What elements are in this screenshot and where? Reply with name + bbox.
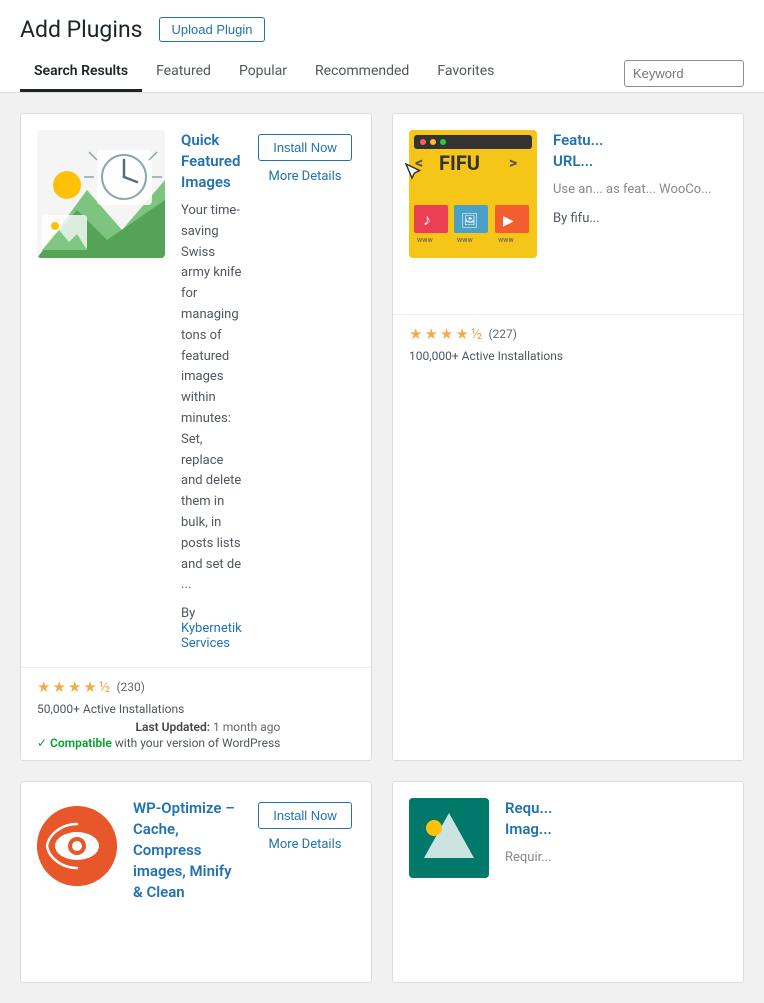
fifu-footer-left: ★ ★ ★ ★ ½ (227) 100,000+ Active Installa… (409, 325, 563, 363)
fifu-description: Use an... as feat... WooCo... (553, 180, 727, 201)
plugin-card-footer: ★ ★ ★ ★ ½ (230) 50,000+ Active Installat… (21, 667, 371, 760)
tab-popular[interactable]: Popular (225, 55, 301, 92)
tab-search-results[interactable]: Search Results (20, 55, 142, 92)
wp-opt-name: WP-Optimize – Cache, Compress images, Mi… (133, 798, 243, 903)
fifu-installations: 100,000+ Active Installations (409, 349, 563, 363)
active-installations: 50,000+ Active Installations (37, 702, 184, 716)
fifu-rating-count: (227) (488, 327, 517, 341)
fifu-card-footer: ★ ★ ★ ★ ½ (227) 100,000+ Active Installa… (393, 314, 743, 373)
requ-imag-name: Requ...Imag... (505, 798, 727, 840)
requ-imag-desc: Requir... (505, 848, 727, 869)
last-updated: Last Updated: 1 month ago (136, 720, 281, 734)
requ-imag-icon (409, 798, 489, 878)
plugin-nav-tabs: Search Results Featured Popular Recommen… (20, 55, 508, 92)
title-row: Add Plugins Upload Plugin (20, 16, 744, 43)
plugin-info-actions: Quick Featured Images Your time-saving S… (181, 130, 355, 651)
svg-text:www: www (457, 236, 474, 244)
svg-text:🖼: 🖼 (461, 213, 479, 229)
more-details-link[interactable]: More Details (269, 169, 342, 184)
wp-opt-more-details-link[interactable]: More Details (269, 837, 342, 852)
content-area: Quick Featured Images Your time-saving S… (0, 93, 764, 1003)
fifu-icon: < FIFU > ♪ 🖼 ▶ www www (409, 130, 537, 258)
plugin-author: By Kybernetik Services (181, 606, 243, 651)
fifu-plugin-info: Featu...URL... Use an... as feat... WooC… (553, 130, 727, 298)
plugin-icon (37, 130, 165, 258)
plugin-info: Quick Featured Images Your time-saving S… (181, 130, 243, 651)
wp-opt-actions: Install Now More Details (255, 798, 355, 966)
svg-text:FIFU: FIFU (439, 151, 480, 175)
svg-text:♪: ♪ (423, 210, 431, 229)
wp-opt-info: WP-Optimize – Cache, Compress images, Mi… (133, 798, 243, 966)
svg-text:▶: ▶ (503, 213, 514, 229)
plugin-name: Quick Featured Images (181, 130, 243, 193)
tab-featured[interactable]: Featured (142, 55, 225, 92)
plugin-grid-row2: WP-Optimize – Cache, Compress images, Mi… (20, 781, 744, 983)
compatible-check-icon: ✓ (37, 736, 47, 750)
footer-left: ★ ★ ★ ★ ½ (230) 50,000+ Active Installat… (37, 678, 184, 716)
compatible: ✓ Compatible with your version of WordPr… (37, 736, 280, 750)
plugin-card-quick-featured-images: Quick Featured Images Your time-saving S… (20, 113, 372, 761)
plugin-actions: Install Now More Details (255, 130, 355, 651)
plugin-grid-row1: Quick Featured Images Your time-saving S… (20, 113, 744, 761)
page-header: Add Plugins Upload Plugin Search Results… (0, 0, 764, 93)
plugin-card-wp-optimize: WP-Optimize – Cache, Compress images, Mi… (20, 781, 372, 983)
fifu-star-rating: ★ ★ ★ ★ ½ (227) (409, 325, 563, 343)
svg-text:>: > (509, 153, 517, 172)
wp-opt-install-button[interactable]: Install Now (258, 802, 352, 829)
install-now-button[interactable]: Install Now (258, 134, 352, 161)
fifu-author: By fifu... (553, 211, 727, 226)
fifu-plugin-name: Featu...URL... (553, 130, 727, 172)
tab-recommended[interactable]: Recommended (301, 55, 423, 92)
wp-opt-icon (37, 806, 117, 886)
requ-imag-info: Requ...Imag... Requir... (505, 798, 727, 966)
plugin-card-main-fifu: < FIFU > ♪ 🖼 ▶ www www (393, 114, 743, 314)
plugin-description: Your time-saving Swiss army knife for ma… (181, 201, 243, 596)
keyword-search-input[interactable] (624, 60, 744, 87)
rating-count: (230) (116, 680, 145, 694)
nav-bar: Search Results Featured Popular Recommen… (20, 55, 744, 92)
svg-text:www: www (498, 236, 515, 244)
plugin-author-link[interactable]: Kybernetik Services (181, 621, 242, 651)
plugin-card-requ-imag: Requ...Imag... Requir... (392, 781, 744, 983)
footer-right: Last Updated: 1 month ago ✓ Compatible w… (37, 720, 280, 750)
plugin-card-main: Quick Featured Images Your time-saving S… (21, 114, 371, 667)
svg-text:www: www (417, 236, 434, 244)
star-rating: ★ ★ ★ ★ ½ (230) (37, 678, 184, 696)
plugin-card-fifu: < FIFU > ♪ 🖼 ▶ www www (392, 113, 744, 761)
requ-imag-main: Requ...Imag... Requir... (393, 782, 743, 982)
svg-text:<: < (415, 153, 423, 172)
tab-favorites[interactable]: Favorites (423, 55, 508, 92)
upload-plugin-button[interactable]: Upload Plugin (159, 17, 266, 42)
wp-opt-main: WP-Optimize – Cache, Compress images, Mi… (21, 782, 371, 982)
keyword-search-wrapper (624, 60, 744, 87)
page-title: Add Plugins (20, 16, 143, 43)
